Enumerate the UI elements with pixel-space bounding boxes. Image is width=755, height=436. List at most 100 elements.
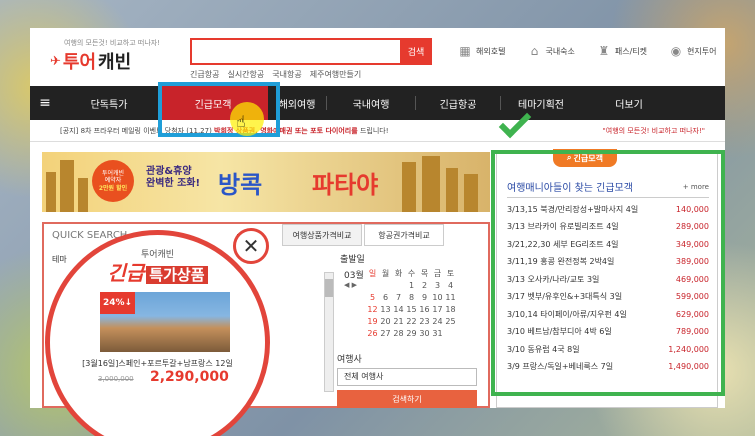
search-links: 긴급항공 실시간항공 국내항공 제주여행만들기 (190, 69, 361, 80)
calendar-day[interactable]: 24 (431, 317, 444, 329)
calendar-day[interactable]: 28 (392, 329, 405, 341)
calendar-day (366, 281, 379, 293)
search-submit-button[interactable]: 검색하기 (337, 390, 477, 408)
search-input[interactable] (190, 38, 400, 65)
site-header: 여행의 모든것! 비교하고 떠나자! ✈ 투어 캐빈 검색 긴급항공 실시간항공… (30, 28, 725, 83)
banner-subtitle: 관광&휴양 완벽한 조화! (146, 166, 200, 190)
tab-tour-price[interactable]: 여행상품가격비교 (282, 224, 362, 246)
calendar-spacer (344, 317, 366, 329)
calendar-day[interactable]: 27 (379, 329, 392, 341)
calendar-day[interactable]: 7 (392, 293, 405, 305)
nav-item-more[interactable]: 더보기 (581, 86, 677, 120)
calendar-day[interactable]: 18 (444, 305, 457, 317)
calendar-day[interactable]: 3 (431, 281, 444, 293)
popup-discount-badge: 24%↓ (100, 292, 135, 314)
calendar-day[interactable]: 19 (366, 317, 379, 329)
calendar-day[interactable]: 13 (379, 305, 392, 317)
quick-link-pass[interactable]: ♜ 패스/티켓 (597, 44, 648, 58)
weekday: 수 (407, 269, 416, 278)
menu-icon[interactable]: ≡ (30, 86, 60, 120)
calendar-spacer (344, 293, 366, 305)
pagoda-image (402, 162, 416, 212)
calendar-day[interactable]: 5 (366, 293, 379, 305)
urgent-deal-popup[interactable]: 투어캐빈 긴급 특가상품 24%↓ [3월16일]스페인+포르투갈+남프랑스 12… (45, 230, 270, 436)
quick-link-label: 패스/티켓 (614, 46, 648, 56)
badge-line: 2만원 할인 (98, 184, 128, 192)
tab-air-price[interactable]: 항공권가격비교 (364, 224, 444, 246)
promo-banner[interactable]: 투어캐빈 예약자 2만원 할인 관광&휴양 완벽한 조화! 방콕 파타야 (42, 152, 490, 212)
calendar-day[interactable]: 2 (418, 281, 431, 293)
weekday: 토 (446, 269, 455, 278)
calendar-day[interactable]: 8 (405, 293, 418, 305)
calendar-day[interactable]: 29 (405, 329, 418, 341)
scroll-thumb[interactable] (325, 279, 333, 297)
depart-label: 출발일 (340, 255, 365, 265)
calendar-day[interactable]: 11 (444, 293, 457, 305)
building-icon: ▦ (459, 44, 471, 58)
calendar-day[interactable]: 21 (392, 317, 405, 329)
calendar-day[interactable]: 17 (431, 305, 444, 317)
search-button[interactable]: 검색 (400, 38, 432, 65)
calendar-day[interactable]: 26 (366, 329, 379, 341)
calendar-day (379, 281, 392, 293)
calendar-day[interactable]: 12 (366, 305, 379, 317)
weekday: 화 (394, 269, 403, 278)
calendar-day[interactable]: 9 (418, 293, 431, 305)
quick-link-hotel[interactable]: ▦ 해외호텔 (458, 44, 505, 58)
calendar-nav-icon[interactable]: ◀ ▶ (344, 281, 366, 293)
logo-tagline: 여행의 모든것! 비교하고 떠나자! (64, 39, 161, 47)
pagoda-image (464, 174, 478, 212)
agency-select[interactable]: 전체 여행사 (337, 368, 477, 386)
search-link[interactable]: 제주여행만들기 (310, 69, 362, 80)
pagoda-image (422, 156, 440, 212)
calendar-day[interactable]: 31 (431, 329, 444, 341)
search-link[interactable]: 긴급항공 (190, 69, 219, 80)
popup-title: 긴급 특가상품 (50, 257, 265, 286)
calendar-day[interactable]: 14 (392, 305, 405, 317)
site-logo[interactable]: 여행의 모든것! 비교하고 떠나자! ✈ 투어 캐빈 (50, 38, 160, 74)
calendar-day[interactable]: 1 (405, 281, 418, 293)
location-pin-icon: ◉ (670, 44, 682, 58)
close-icon[interactable]: ✕ (233, 228, 269, 264)
popup-price: 2,290,000 (150, 369, 229, 385)
notice-slogan: "여행의 모든것! 비교하고 떠나자!" (602, 127, 705, 135)
nav-item-exclusive[interactable]: 단독특가 (60, 86, 158, 120)
pagoda-image (446, 168, 458, 212)
popup-title-b: 특가상품 (146, 266, 208, 284)
calendar-day[interactable]: 6 (379, 293, 392, 305)
calendar-day[interactable]: 15 (405, 305, 418, 317)
calendar-day[interactable]: 4 (444, 281, 457, 293)
quick-links: ▦ 해외호텔 ⌂ 국내숙소 ♜ 패스/티켓 ◉ 현지투어 (458, 44, 717, 58)
calendar-day[interactable]: 23 (418, 317, 431, 329)
calendar-week: 19 20 21 22 23 24 25 (344, 317, 474, 329)
calendar-week: 26 27 28 29 30 31 (344, 329, 474, 341)
calendar-week: ◀ ▶ 1 2 3 4 (344, 281, 474, 293)
nav-item-domestic[interactable]: 국내여행 (327, 86, 415, 120)
hand-cursor-icon: ☝ (236, 112, 246, 131)
theme-scrollbar[interactable] (324, 272, 334, 392)
logo-text-2: 캐빈 (98, 52, 132, 73)
main-nav: ≡ 단독특가 긴급모객 해외여행 국내여행 긴급항공 테마기획전 더보기 (30, 86, 725, 120)
quick-link-stay[interactable]: ⌂ 국내숙소 (527, 44, 575, 58)
banner-title-bangkok: 방콕 (218, 171, 263, 199)
quick-link-label: 해외호텔 (476, 46, 506, 56)
agency-label: 여행사 (337, 355, 362, 365)
calendar-days: ◀ ▶ 1 2 3 4 5 6 7 8 9 10 11 12 13 14 15 16 17 18 19 20 21 22 23… (344, 281, 474, 341)
calendar-day[interactable]: 20 (379, 317, 392, 329)
banner-sub-line: 완벽한 조화! (146, 178, 201, 189)
calendar-day[interactable]: 30 (418, 329, 431, 341)
quick-link-label: 국내숙소 (545, 46, 575, 56)
calendar-day (392, 281, 405, 293)
search-link[interactable]: 실시간항공 (227, 69, 264, 80)
calendar-day[interactable]: 16 (418, 305, 431, 317)
weekday: 일 (368, 269, 377, 278)
calendar-day[interactable]: 10 (431, 293, 444, 305)
calendar-day[interactable]: 22 (405, 317, 418, 329)
banner-sub-line: 관광&휴양 (146, 166, 192, 177)
discount-badge: 투어캐빈 예약자 2만원 할인 (92, 160, 134, 202)
calendar-spacer (344, 329, 366, 341)
search-link[interactable]: 국내항공 (272, 69, 301, 80)
quick-link-tour[interactable]: ◉ 현지투어 (669, 44, 717, 58)
nav-item-urgent-air[interactable]: 긴급항공 (416, 86, 500, 120)
calendar-day[interactable]: 25 (444, 317, 457, 329)
